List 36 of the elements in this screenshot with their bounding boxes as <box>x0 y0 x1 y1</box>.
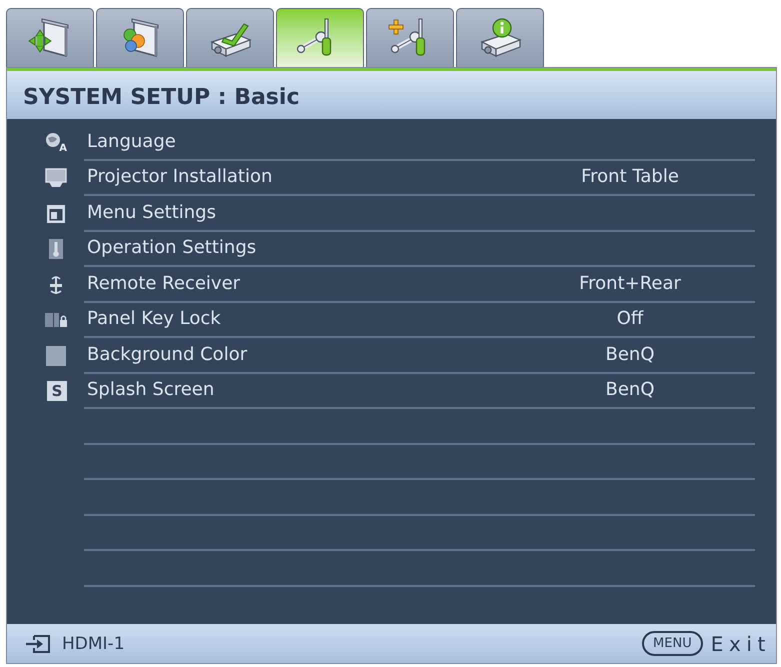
tab[interactable] <box>186 8 274 67</box>
tab[interactable] <box>276 8 364 67</box>
item-value: Front+Rear <box>578 272 682 295</box>
item-label: Splash Screen <box>86 379 214 402</box>
tab[interactable] <box>456 8 544 67</box>
item-label: Language <box>86 130 176 153</box>
tab[interactable] <box>6 8 94 67</box>
menu-item[interactable]: A Language <box>7 125 776 160</box>
menu-item[interactable]: Projector Installation Front Table <box>7 160 776 196</box>
menu-title: SYSTEM SETUP : Basic <box>23 85 300 110</box>
input-source: HDMI-1 <box>62 634 125 654</box>
menu-item[interactable]: Menu Settings <box>7 196 776 232</box>
item-label: Remote Receiver <box>86 272 240 295</box>
menu-item[interactable]: S Splash Screen BenQ <box>7 374 776 409</box>
menu-key: MENU <box>642 631 703 656</box>
tab[interactable] <box>366 8 454 67</box>
item-value: Off <box>616 308 645 330</box>
tab[interactable] <box>96 8 184 67</box>
item-value: BenQ <box>604 344 656 366</box>
item-label: Operation Settings <box>86 237 256 260</box>
input-arrow-icon <box>25 634 51 654</box>
menu-item[interactable]: Background Color BenQ <box>7 338 776 374</box>
menu-item[interactable]: Panel Key Lock Off <box>7 302 776 338</box>
item-label: Panel Key Lock <box>86 308 221 330</box>
menu-item[interactable]: Operation Settings <box>7 232 776 267</box>
item-label: Menu Settings <box>86 202 216 224</box>
letter-tile-icon: S <box>47 381 67 402</box>
item-value: Front Table <box>580 166 680 188</box>
screen-icon <box>45 167 67 190</box>
window-icon <box>45 202 67 225</box>
exit-label: Exit <box>710 632 771 656</box>
menu-item[interactable]: Remote Receiver Front+Rear <box>7 267 776 302</box>
item-value: BenQ <box>604 379 656 402</box>
item-label: Background Color <box>86 344 248 366</box>
color-swatch-icon <box>45 344 67 367</box>
item-label: Projector Installation <box>86 166 272 188</box>
